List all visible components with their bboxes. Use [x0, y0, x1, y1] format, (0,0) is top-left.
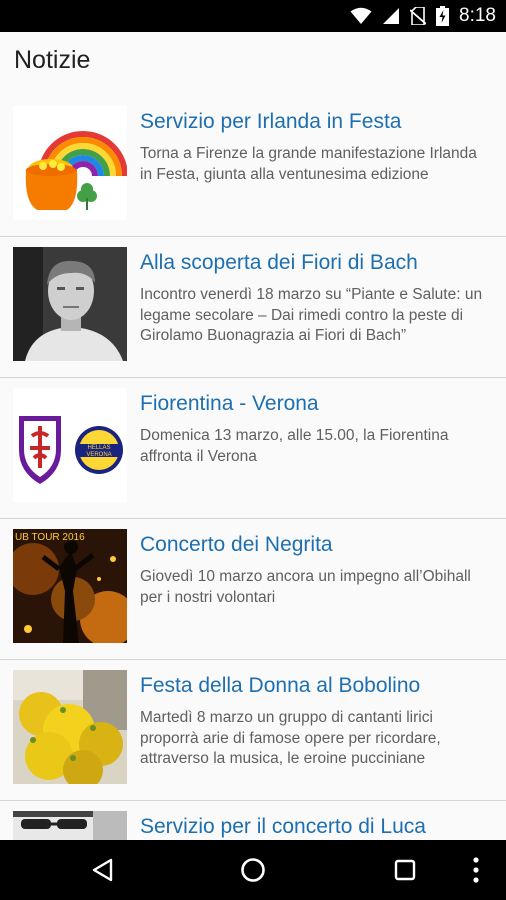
no-sim-icon [410, 7, 427, 25]
news-title[interactable]: Alla scoperta dei Fiori di Bach [140, 251, 492, 275]
news-item-festa-donna[interactable]: Festa della Donna al Bobolino Martedì 8 … [0, 660, 506, 801]
news-item-fiorentina-verona[interactable]: HELLAS VERONA Fiorentina - Verona Domeni… [0, 378, 506, 519]
news-description: Torna a Firenze la grande manifestazione… [140, 145, 477, 183]
news-title[interactable]: Servizio per Irlanda in Festa [140, 110, 492, 134]
news-thumbnail-concert-stage: UB TOUR 2016 [13, 529, 127, 643]
news-item-fiori-di-bach[interactable]: Alla scoperta dei Fiori di Bach Incontro… [0, 237, 506, 378]
back-button[interactable] [68, 840, 138, 900]
news-title[interactable]: Servizio per il concerto di Luca [140, 815, 492, 839]
home-icon [241, 858, 265, 882]
news-description: Incontro venerdì 18 marzo su “Piante e S… [140, 286, 483, 344]
home-button[interactable] [218, 840, 288, 900]
navigation-bar [0, 840, 506, 900]
app-bar: Notizie [0, 32, 506, 96]
crest-text-verona: VERONA [86, 452, 111, 458]
news-description: Martedì 8 marzo un gruppo di cantanti li… [140, 709, 441, 767]
wifi-icon [350, 7, 372, 24]
news-item-negrita[interactable]: UB TOUR 2016 Concerto dei Negrita Gioved… [0, 519, 506, 660]
overflow-menu-button[interactable] [446, 840, 506, 900]
news-title[interactable]: Concerto dei Negrita [140, 533, 492, 557]
status-bar: 8:18 [0, 0, 506, 32]
news-thumbnail-rainbow-pot-of-gold [13, 106, 127, 220]
status-icons: 8:18 [350, 0, 496, 32]
news-thumbnail-portrait-photo [13, 247, 127, 361]
crest-text-hellas: HELLAS [87, 445, 110, 451]
news-description: Domenica 13 marzo, alle 15.00, la Fioren… [140, 427, 449, 465]
overflow-menu-icon [473, 857, 479, 883]
news-thumbnail-person-sunglasses [13, 811, 127, 840]
status-time: 8:18 [459, 5, 496, 26]
news-description: Giovedì 10 marzo ancora un impegno all’O… [140, 568, 471, 606]
news-title[interactable]: Fiorentina - Verona [140, 392, 492, 416]
news-thumbnail-mimosa-flowers [13, 670, 127, 784]
news-item-irlanda[interactable]: Servizio per Irlanda in Festa Torna a Fi… [0, 96, 506, 237]
signal-icon [383, 8, 400, 24]
back-icon [92, 858, 113, 882]
news-list[interactable]: Servizio per Irlanda in Festa Torna a Fi… [0, 96, 506, 840]
recents-icon [394, 859, 416, 881]
page-title: Notizie [14, 46, 91, 74]
news-item-concerto-luca[interactable]: Servizio per il concerto di Luca [0, 801, 506, 840]
recents-button[interactable] [370, 840, 440, 900]
battery-charging-icon [436, 6, 450, 26]
news-title[interactable]: Festa della Donna al Bobolino [140, 674, 492, 698]
news-thumbnail-football-club-crests: HELLAS VERONA [13, 388, 127, 502]
